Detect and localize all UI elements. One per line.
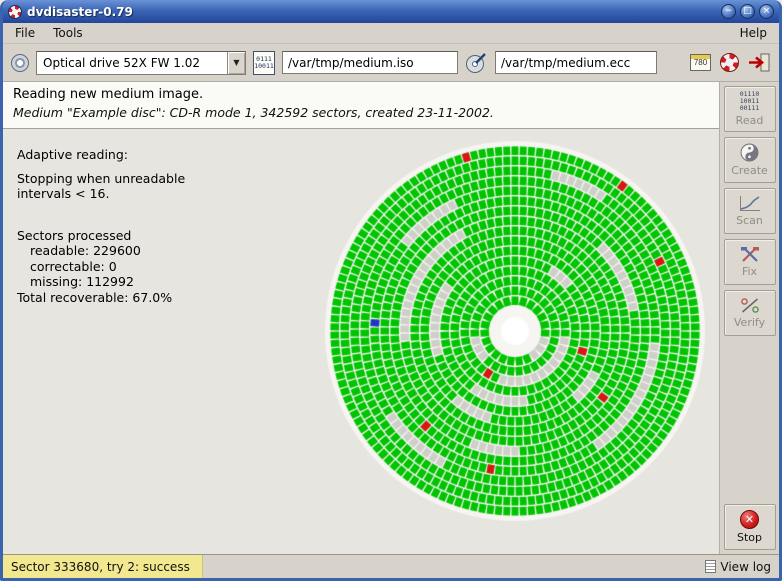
- create-label: Create: [731, 164, 768, 177]
- operation-status: Reading new medium image.: [13, 87, 709, 102]
- read-label: Read: [736, 114, 764, 127]
- preferences-button[interactable]: 780: [689, 53, 712, 72]
- adaptive-heading: Adaptive reading:: [17, 147, 185, 163]
- menubar: File Tools Help: [3, 23, 779, 44]
- quit-button[interactable]: [747, 52, 771, 73]
- drive-select[interactable]: Optical drive 52X FW 1.02 ▼: [36, 51, 246, 75]
- app-window: dvdisaster-0.79 − □ × File Tools Help Op…: [0, 0, 782, 581]
- readable-count: readable: 229600: [17, 243, 185, 259]
- total-recoverable: Total recoverable: 67.0%: [17, 290, 185, 306]
- sector-spiral: [309, 125, 721, 537]
- sectors-heading: Sectors processed: [17, 228, 185, 244]
- ecc-file-input[interactable]: [495, 51, 657, 74]
- image-file-input[interactable]: [282, 51, 458, 74]
- stop-button[interactable]: ✕ Stop: [724, 504, 776, 550]
- scan-icon: [739, 195, 761, 212]
- verify-icon: [740, 297, 760, 314]
- adaptive-condition-1: Stopping when unreadable: [17, 171, 185, 187]
- stop-label: Stop: [737, 531, 762, 544]
- window-controls: − □ ×: [721, 4, 774, 19]
- create-icon: [740, 143, 759, 162]
- medium-info: Medium "Example disc": CD-R mode 1, 3425…: [13, 105, 709, 120]
- verify-button[interactable]: Verify: [724, 290, 776, 336]
- action-sidebar: 01110 10011 00111 Read Create: [719, 82, 779, 554]
- scan-label: Scan: [736, 214, 763, 227]
- image-file-icon: 0111 10011: [253, 51, 275, 75]
- preferences-icon: 780: [690, 54, 711, 71]
- lifebuoy-icon: [720, 53, 739, 72]
- ecc-file-icon: [465, 51, 488, 75]
- read-icon: 01110 10011 00111: [740, 91, 760, 112]
- statusbar: Sector 333680, try 2: success View log: [3, 554, 779, 578]
- image-icon-line2: 10011: [254, 63, 274, 70]
- adaptive-condition-2: intervals < 16.: [17, 186, 185, 202]
- statusbar-spacer: [203, 555, 698, 578]
- main-column: Reading new medium image. Medium "Exampl…: [3, 82, 719, 554]
- view-log-label: View log: [720, 560, 771, 574]
- missing-count: missing: 112992: [17, 274, 185, 290]
- app-icon: [8, 5, 22, 19]
- log-icon: [705, 560, 716, 573]
- minimize-button[interactable]: −: [721, 4, 736, 19]
- read-button[interactable]: 01110 10011 00111 Read: [724, 86, 776, 132]
- status-message: Sector 333680, try 2: success: [3, 555, 203, 578]
- correctable-count: correctable: 0: [17, 259, 185, 275]
- work-area: Adaptive reading: Stopping when unreadab…: [3, 129, 719, 554]
- scan-button[interactable]: Scan: [724, 188, 776, 234]
- stop-icon: ✕: [740, 510, 759, 529]
- fix-icon: [740, 246, 760, 263]
- menu-file[interactable]: File: [6, 24, 44, 42]
- chevron-down-icon[interactable]: ▼: [227, 52, 245, 74]
- help-button[interactable]: [719, 52, 740, 73]
- quit-icon: [748, 53, 770, 72]
- toolbar: Optical drive 52X FW 1.02 ▼ 0111 10011 7…: [3, 44, 779, 82]
- drive-select-value: Optical drive 52X FW 1.02: [37, 56, 227, 70]
- menu-tools[interactable]: Tools: [44, 24, 92, 42]
- drive-icon: [11, 54, 29, 72]
- create-button[interactable]: Create: [724, 137, 776, 183]
- menu-help[interactable]: Help: [731, 24, 776, 42]
- maximize-button[interactable]: □: [740, 4, 755, 19]
- titlebar[interactable]: dvdisaster-0.79 − □ ×: [3, 0, 779, 23]
- message-area: Reading new medium image. Medium "Exampl…: [3, 82, 719, 129]
- view-log-button[interactable]: View log: [697, 555, 779, 578]
- fix-button[interactable]: Fix: [724, 239, 776, 285]
- progress-panel: Adaptive reading: Stopping when unreadab…: [17, 147, 185, 305]
- verify-label: Verify: [734, 316, 765, 329]
- close-button[interactable]: ×: [759, 4, 774, 19]
- window-title: dvdisaster-0.79: [27, 5, 133, 19]
- content-row: Reading new medium image. Medium "Exampl…: [3, 82, 779, 554]
- fix-label: Fix: [742, 265, 757, 278]
